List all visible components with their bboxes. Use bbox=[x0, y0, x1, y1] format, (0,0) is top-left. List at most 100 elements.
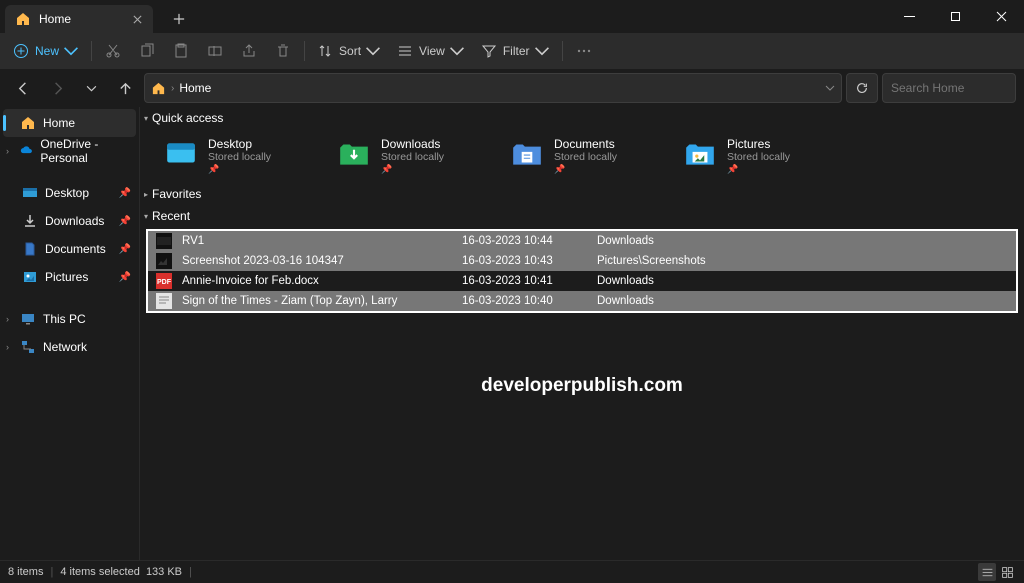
file-location: Downloads bbox=[597, 235, 654, 247]
navbar: › Home bbox=[0, 69, 1024, 107]
sidebar-item-desktop[interactable]: Desktop 📌 bbox=[0, 179, 139, 207]
pin-icon: 📌 bbox=[727, 164, 790, 175]
section-recent[interactable]: ▾ Recent bbox=[140, 205, 1024, 227]
paste-button[interactable] bbox=[164, 36, 198, 66]
delete-button[interactable] bbox=[266, 36, 300, 66]
recent-locations-button[interactable] bbox=[76, 73, 106, 103]
pin-icon: 📌 bbox=[554, 164, 617, 175]
home-icon bbox=[20, 115, 36, 131]
tab-close-button[interactable] bbox=[129, 11, 145, 27]
qa-sub: Stored locally bbox=[554, 151, 617, 163]
more-button[interactable] bbox=[567, 36, 601, 66]
toolbar: New Sort View Filter bbox=[0, 33, 1024, 69]
titlebar: Home bbox=[0, 0, 1024, 33]
file-icon bbox=[156, 293, 172, 309]
pin-icon: 📌 bbox=[208, 164, 271, 175]
sidebar-item-onedrive[interactable]: › OneDrive - Personal bbox=[0, 137, 139, 165]
qa-sub: Stored locally bbox=[381, 151, 444, 163]
breadcrumb-dropdown[interactable] bbox=[825, 83, 835, 93]
sidebar-item-documents[interactable]: Documents 📌 bbox=[0, 235, 139, 263]
main-panel: ▾ Quick access DesktopStored locally📌Dow… bbox=[140, 107, 1024, 560]
back-button[interactable] bbox=[8, 73, 38, 103]
tab[interactable]: Home bbox=[5, 5, 153, 33]
file-name: Screenshot 2023-03-16 104347 bbox=[182, 255, 452, 267]
file-name: Annie-Invoice for Feb.docx bbox=[182, 275, 452, 287]
home-icon bbox=[151, 81, 166, 96]
minimize-button[interactable] bbox=[886, 0, 932, 33]
file-date: 16-03-2023 10:44 bbox=[462, 235, 587, 247]
divider bbox=[91, 41, 92, 61]
share-button[interactable] bbox=[232, 36, 266, 66]
refresh-button[interactable] bbox=[846, 73, 878, 103]
breadcrumb-separator: › bbox=[171, 83, 174, 94]
statusbar: 8 items | 4 items selected 133 KB | bbox=[0, 560, 1024, 583]
file-name: RV1 bbox=[182, 235, 452, 247]
rename-button[interactable] bbox=[198, 36, 232, 66]
chevron-down-icon: ▾ bbox=[144, 114, 148, 123]
breadcrumb-item[interactable]: Home bbox=[179, 81, 211, 95]
documents-icon bbox=[22, 241, 38, 257]
file-date: 16-03-2023 10:41 bbox=[462, 275, 587, 287]
file-location: Downloads bbox=[597, 275, 654, 287]
home-icon bbox=[15, 11, 31, 27]
folder-icon bbox=[335, 135, 373, 173]
thumbnails-view-button[interactable] bbox=[998, 563, 1016, 581]
pictures-icon bbox=[22, 269, 38, 285]
search-box[interactable] bbox=[882, 73, 1016, 103]
desktop-icon bbox=[22, 185, 38, 201]
maximize-button[interactable] bbox=[932, 0, 978, 33]
copy-button[interactable] bbox=[130, 36, 164, 66]
chevron-right-icon: › bbox=[6, 342, 9, 352]
sidebar-item-downloads[interactable]: Downloads 📌 bbox=[0, 207, 139, 235]
quick-access-card[interactable]: DesktopStored locally📌 bbox=[160, 133, 305, 179]
watermark: developerpublish.com bbox=[140, 375, 1024, 397]
recent-file-row[interactable]: PDF Annie-Invoice for Feb.docx 16-03-2023 … bbox=[148, 271, 1016, 291]
filter-button[interactable]: Filter bbox=[473, 36, 558, 66]
new-button[interactable]: New bbox=[5, 36, 87, 66]
quick-access-card[interactable]: PicturesStored locally📌 bbox=[679, 133, 824, 179]
up-button[interactable] bbox=[110, 73, 140, 103]
recent-file-row[interactable]: Screenshot 2023-03-16 10434716-03-2023 1… bbox=[148, 251, 1016, 271]
chevron-down-icon bbox=[365, 43, 381, 59]
sidebar-item-network[interactable]: › Network bbox=[0, 333, 139, 361]
folder-icon bbox=[681, 135, 719, 173]
file-icon bbox=[156, 253, 172, 269]
chevron-right-icon: ▸ bbox=[144, 190, 148, 199]
pin-icon: 📌 bbox=[119, 244, 131, 255]
chevron-right-icon: › bbox=[6, 314, 9, 324]
status-selected: 4 items selected bbox=[60, 566, 139, 578]
qa-name: Documents bbox=[554, 137, 617, 151]
folder-icon bbox=[162, 135, 200, 173]
status-size: 133 KB bbox=[146, 566, 182, 578]
sidebar: Home › OneDrive - Personal Desktop 📌 Dow… bbox=[0, 107, 140, 560]
view-button[interactable]: View bbox=[389, 36, 473, 66]
quick-access-card[interactable]: DocumentsStored locally📌 bbox=[506, 133, 651, 179]
close-window-button[interactable] bbox=[978, 0, 1024, 33]
recent-file-row[interactable]: Sign of the Times - Ziam (Top Zayn), Lar… bbox=[148, 291, 1016, 311]
recent-files-highlight: RV1 16-03-2023 10:44 Downloads Screenshot 2… bbox=[146, 229, 1018, 313]
divider bbox=[304, 41, 305, 61]
qa-name: Desktop bbox=[208, 137, 271, 151]
chevron-right-icon: › bbox=[6, 146, 9, 156]
sidebar-item-pictures[interactable]: Pictures 📌 bbox=[0, 263, 139, 291]
search-input[interactable] bbox=[891, 81, 1024, 95]
chevron-down-icon bbox=[63, 43, 79, 59]
section-favorites[interactable]: ▸ Favorites bbox=[140, 183, 1024, 205]
chevron-down-icon: ▾ bbox=[144, 212, 148, 221]
recent-file-row[interactable]: RV1 16-03-2023 10:44 Downloads bbox=[148, 231, 1016, 251]
qa-name: Pictures bbox=[727, 137, 790, 151]
forward-button[interactable] bbox=[42, 73, 72, 103]
file-icon: PDF bbox=[156, 273, 172, 289]
sidebar-item-home[interactable]: Home bbox=[3, 109, 136, 137]
qa-sub: Stored locally bbox=[208, 151, 271, 163]
breadcrumb[interactable]: › Home bbox=[144, 73, 842, 103]
cut-button[interactable] bbox=[96, 36, 130, 66]
new-tab-button[interactable] bbox=[165, 5, 193, 33]
file-name: Sign of the Times - Ziam (Top Zayn), Lar… bbox=[182, 295, 452, 307]
sidebar-item-thispc[interactable]: › This PC bbox=[0, 305, 139, 333]
sort-button[interactable]: Sort bbox=[309, 36, 389, 66]
pin-icon: 📌 bbox=[381, 164, 444, 175]
section-quick-access[interactable]: ▾ Quick access bbox=[140, 107, 1024, 129]
details-view-button[interactable] bbox=[978, 563, 996, 581]
quick-access-card[interactable]: DownloadsStored locally📌 bbox=[333, 133, 478, 179]
